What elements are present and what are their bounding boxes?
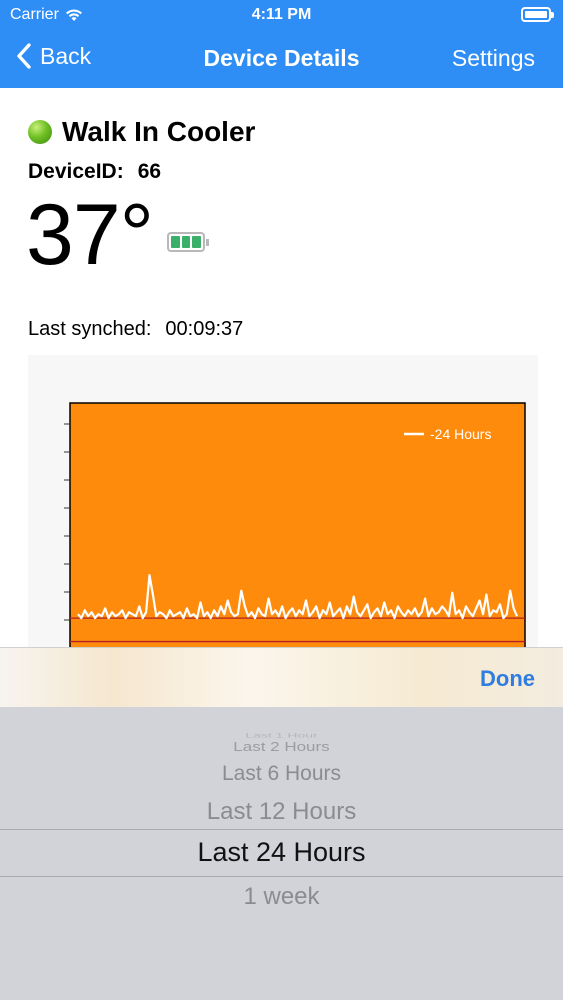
battery-cell — [181, 236, 191, 248]
device-battery-icon — [167, 232, 209, 252]
top-bar: Carrier 4:11 PM Back Device Details Sett… — [0, 0, 563, 88]
legend-label: -24 Hours — [430, 426, 491, 442]
last-synched-label: Last synched: — [28, 318, 152, 340]
picker-option-selected[interactable]: Last 24 Hours — [0, 837, 563, 868]
online-status-icon — [28, 120, 52, 144]
device-id-value: 66 — [137, 160, 162, 183]
battery-cell — [171, 236, 180, 248]
status-battery-icon — [521, 7, 554, 22]
device-id-label: DeviceID: — [28, 160, 124, 183]
picker-option[interactable]: Last 2 Hours — [0, 740, 563, 755]
device-id-row: DeviceID: 66 — [28, 160, 161, 184]
device-header: Walk In Cooler — [28, 116, 255, 148]
done-button[interactable]: Done — [480, 666, 535, 692]
battery-cell — [192, 236, 202, 248]
picker-option[interactable]: Last 1 Hour — [0, 731, 563, 738]
picker-toolbar: Done — [0, 647, 563, 707]
last-synched-row: Last synched: 00:09:37 — [28, 318, 243, 341]
temperature-chart[interactable]: -24 Hours — [28, 355, 538, 650]
device-name: Walk In Cooler — [62, 116, 256, 147]
temperature-readout: 37° — [26, 187, 154, 283]
status-bar: Carrier 4:11 PM — [0, 0, 563, 30]
status-time: 4:11 PM — [251, 6, 312, 23]
navigation-bar: Back Device Details Settings — [0, 30, 563, 88]
time-range-picker[interactable]: Last 1 Hour Last 2 Hours Last 6 Hours La… — [0, 707, 563, 1000]
picker-option[interactable]: Last 12 Hours — [0, 798, 563, 826]
picker-option[interactable]: 1 week — [0, 883, 563, 911]
last-synched-value: 00:09:37 — [165, 318, 244, 340]
picker-option[interactable]: Last 6 Hours — [0, 762, 563, 786]
chart-svg: -24 Hours — [64, 402, 526, 650]
settings-button[interactable]: Settings — [452, 45, 535, 72]
